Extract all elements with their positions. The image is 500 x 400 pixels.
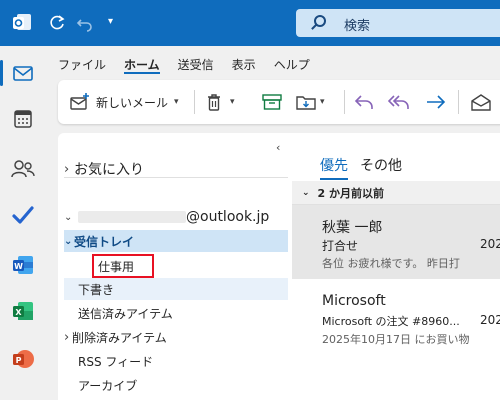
tab-view[interactable]: 表示	[232, 56, 256, 74]
sent-label: 送信済みアイテム	[78, 306, 173, 321]
folder-archive[interactable]: アーカイブ	[64, 374, 288, 396]
message-sender: Microsoft	[322, 293, 386, 309]
toolbar-divider	[458, 90, 459, 114]
message-sender: 秋葉 一郎	[322, 220, 383, 236]
message-preview: 各位 お疲れ様です。 昨日打	[322, 257, 460, 270]
drafts-label: 下書き	[78, 282, 115, 297]
deleted-label: 削除済みアイテム	[72, 330, 167, 345]
folder-deleted[interactable]: › 削除済みアイテム	[64, 326, 288, 348]
chevron-down-icon: ⌄	[64, 211, 73, 223]
forward-arrow-icon	[427, 95, 446, 109]
mail-icon	[13, 66, 33, 81]
message-subject: 打合せ	[322, 239, 359, 253]
powerpoint-icon: P	[13, 350, 34, 368]
tab-send-receive[interactable]: 送受信	[178, 56, 214, 74]
message-subject: Microsoft の注文 #8960...	[322, 315, 460, 328]
archive-label: アーカイブ	[78, 378, 138, 393]
svg-text:W: W	[14, 262, 23, 271]
search-icon	[314, 15, 326, 27]
todo-check-icon	[12, 206, 34, 224]
group-label: 2 か月前以前	[317, 186, 385, 200]
rail-item-excel[interactable]: X	[0, 294, 46, 328]
chevron-right-icon: ›	[64, 161, 70, 177]
rail-item-people[interactable]	[0, 152, 46, 186]
message-item[interactable]: Microsoft Microsoft の注文 #8960... 202 202…	[292, 283, 500, 353]
search-box[interactable]: 検索	[296, 9, 500, 37]
toolbar-divider	[194, 90, 195, 114]
outlook-app-icon	[13, 14, 31, 30]
reply-all-icon	[388, 95, 409, 109]
tab-file[interactable]: ファイル	[58, 56, 106, 74]
divider	[64, 177, 288, 178]
forward-button[interactable]	[426, 80, 446, 124]
ribbon-menu: ファイル ホーム 送受信 表示 ヘルプ	[58, 56, 328, 74]
rss-label: RSS フィード	[78, 354, 154, 369]
inbox-tabs: 優先 その他	[320, 155, 402, 180]
people-icon	[11, 160, 35, 178]
customize-toolbar-icon[interactable]: ▾	[108, 14, 113, 30]
collapse-pane-icon[interactable]: ‹	[276, 141, 280, 154]
rail-selection-indicator	[0, 60, 3, 86]
rail-item-powerpoint[interactable]: P	[0, 342, 46, 376]
rail-item-todo[interactable]	[0, 198, 46, 232]
calendar-icon	[14, 110, 32, 128]
chevron-down-icon: ⌄	[302, 187, 310, 198]
new-folder-rename-box[interactable]: 仕事用	[92, 254, 154, 278]
tab-home[interactable]: ホーム	[124, 56, 160, 74]
chevron-down-icon: ⌄	[64, 235, 73, 247]
folder-drafts[interactable]: 下書き	[64, 278, 288, 300]
new-mail-dropdown-icon[interactable]: ▾	[174, 97, 179, 107]
word-icon: W	[13, 256, 33, 274]
move-to-button[interactable]: ▾	[296, 80, 325, 124]
reply-all-button[interactable]	[388, 80, 410, 124]
svg-text:X: X	[15, 308, 22, 317]
folder-rss[interactable]: RSS フィード	[64, 350, 288, 372]
message-date: 202	[480, 237, 500, 251]
app-rail: W X P	[0, 46, 46, 400]
message-list: 優先 その他 ⌄ 2 か月前以前 秋葉 一郎 打合せ 202 各位 お疲れ様です…	[292, 133, 500, 400]
delete-button[interactable]: ▾	[206, 80, 235, 124]
new-folder-input-text: 仕事用	[98, 259, 135, 274]
move-to-dropdown-icon[interactable]: ▾	[320, 97, 325, 107]
ribbon-toolbar: 新しいメール ▾ ▾ ▾	[58, 80, 500, 124]
trash-icon	[208, 94, 220, 111]
rail-item-mail[interactable]	[0, 56, 46, 90]
undo-icon[interactable]	[76, 14, 94, 32]
open-envelope-icon	[471, 94, 491, 111]
excel-icon: X	[13, 302, 33, 320]
rail-item-word[interactable]: W	[0, 248, 46, 282]
tab-focused[interactable]: 優先	[320, 155, 348, 180]
account-row[interactable]: ⌄ @outlook.jp	[64, 206, 288, 228]
new-mail-icon	[70, 93, 89, 110]
folder-inbox[interactable]: ⌄ 受信トレイ	[64, 230, 288, 252]
inbox-label: 受信トレイ	[74, 234, 135, 249]
tab-help[interactable]: ヘルプ	[274, 56, 310, 74]
message-preview: 2025年10月17日 にお買い物	[322, 333, 470, 346]
group-header[interactable]: ⌄ 2 か月前以前	[292, 181, 500, 205]
redacted-account-name	[78, 211, 186, 223]
favorites-label: お気に入り	[74, 162, 144, 178]
tab-other[interactable]: その他	[360, 155, 402, 180]
folder-sent[interactable]: 送信済みアイテム	[64, 302, 288, 324]
rail-item-calendar[interactable]	[0, 102, 46, 136]
new-mail-label: 新しいメール	[96, 95, 169, 110]
reply-icon	[354, 95, 373, 109]
svg-text:P: P	[16, 356, 22, 365]
archive-button[interactable]	[262, 80, 282, 124]
sync-icon[interactable]	[48, 14, 66, 32]
reply-button[interactable]	[354, 80, 374, 124]
move-folder-icon	[296, 96, 316, 110]
folder-pane: ‹ › お気に入り ⌄ @outlook.jp ⌄ 受信トレイ 仕事用 下書き …	[58, 133, 292, 400]
account-email-domain: @outlook.jp	[186, 209, 270, 225]
message-date: 202	[480, 313, 500, 327]
message-item[interactable]: 秋葉 一郎 打合せ 202 各位 お疲れ様です。 昨日打	[292, 205, 500, 279]
search-placeholder: 検索	[344, 19, 371, 34]
new-mail-button[interactable]: 新しいメール ▾	[70, 80, 179, 124]
read-unread-button[interactable]	[470, 80, 492, 124]
toolbar-divider	[344, 90, 345, 114]
title-bar: ▾ 検索	[0, 0, 500, 46]
archive-icon	[262, 94, 282, 110]
delete-dropdown-icon[interactable]: ▾	[230, 97, 235, 107]
